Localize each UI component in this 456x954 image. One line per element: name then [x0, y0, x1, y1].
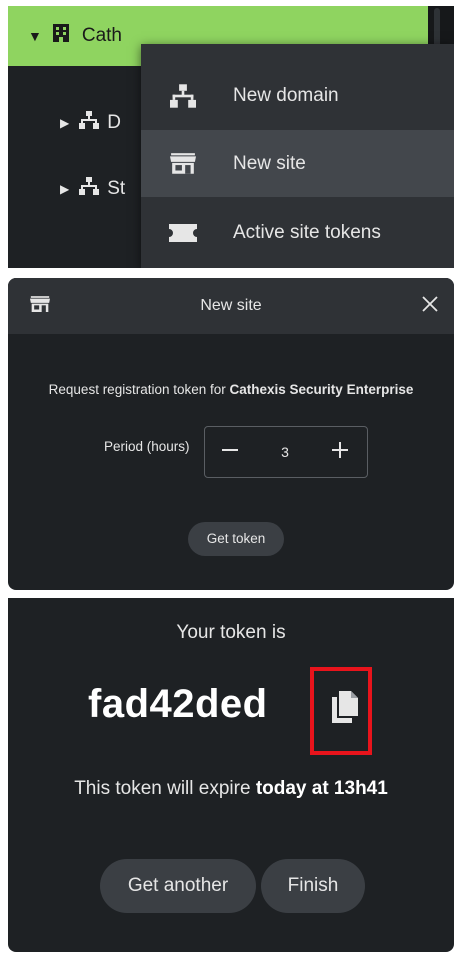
- increment-button[interactable]: [325, 437, 355, 467]
- get-another-button[interactable]: Get another: [100, 859, 256, 913]
- finish-button[interactable]: Finish: [261, 859, 365, 913]
- expire-text: This token will expire today at 13h41: [8, 778, 454, 800]
- get-token-button[interactable]: Get token: [188, 522, 284, 556]
- tree-panel: ▼ Cath ▶ D ▶ St New domain New site Acti…: [8, 6, 454, 268]
- menu-item-active-site-tokens[interactable]: Active site tokens: [141, 199, 454, 266]
- network-icon: [79, 177, 100, 201]
- period-stepper[interactable]: 3: [204, 426, 368, 478]
- menu-item-new-site[interactable]: New site: [141, 130, 454, 197]
- tree-item-label: D: [107, 112, 121, 133]
- period-label: Period (hours): [104, 439, 190, 454]
- caret-right-icon[interactable]: ▶: [60, 182, 69, 196]
- menu-item-label: Active site tokens: [233, 221, 381, 243]
- menu-item-new-domain[interactable]: New domain: [141, 62, 454, 129]
- storefront-icon: [169, 152, 197, 175]
- period-value[interactable]: 3: [263, 427, 307, 477]
- caret-right-icon[interactable]: ▶: [60, 116, 69, 130]
- building-icon: [52, 23, 70, 49]
- minus-icon: [221, 441, 239, 464]
- request-text: Request registration token for Cathexis …: [8, 382, 454, 397]
- menu-item-label: New site: [233, 152, 306, 174]
- request-prefix: Request registration token for: [48, 382, 230, 397]
- network-icon: [169, 83, 197, 108]
- menu-item-label: New domain: [233, 84, 339, 106]
- context-menu: New domain New site Active site tokens: [141, 44, 454, 268]
- ticket-icon: [169, 223, 197, 242]
- caret-down-icon[interactable]: ▼: [28, 28, 42, 44]
- tree-item-label: Cath: [81, 25, 122, 46]
- highlight-box: [310, 667, 372, 755]
- token-heading: Your token is: [176, 622, 286, 643]
- expire-prefix: This token will expire: [74, 778, 256, 799]
- token-value: fad42ded: [88, 682, 268, 726]
- new-site-dialog: New site Request registration token for …: [8, 278, 454, 590]
- tree-item-label: St: [107, 178, 126, 199]
- close-button[interactable]: [416, 292, 444, 320]
- token-result-panel: Your token is fad42ded This token will e…: [8, 598, 454, 952]
- dialog-title: New site: [200, 297, 262, 314]
- plus-icon: [331, 441, 349, 464]
- dialog-header: New site: [8, 278, 454, 334]
- close-icon: [422, 295, 438, 317]
- network-icon: [79, 111, 100, 135]
- decrement-button[interactable]: [215, 437, 245, 467]
- request-target: Cathexis Security Enterprise: [229, 382, 414, 397]
- expire-time: today at 13h41: [255, 778, 388, 799]
